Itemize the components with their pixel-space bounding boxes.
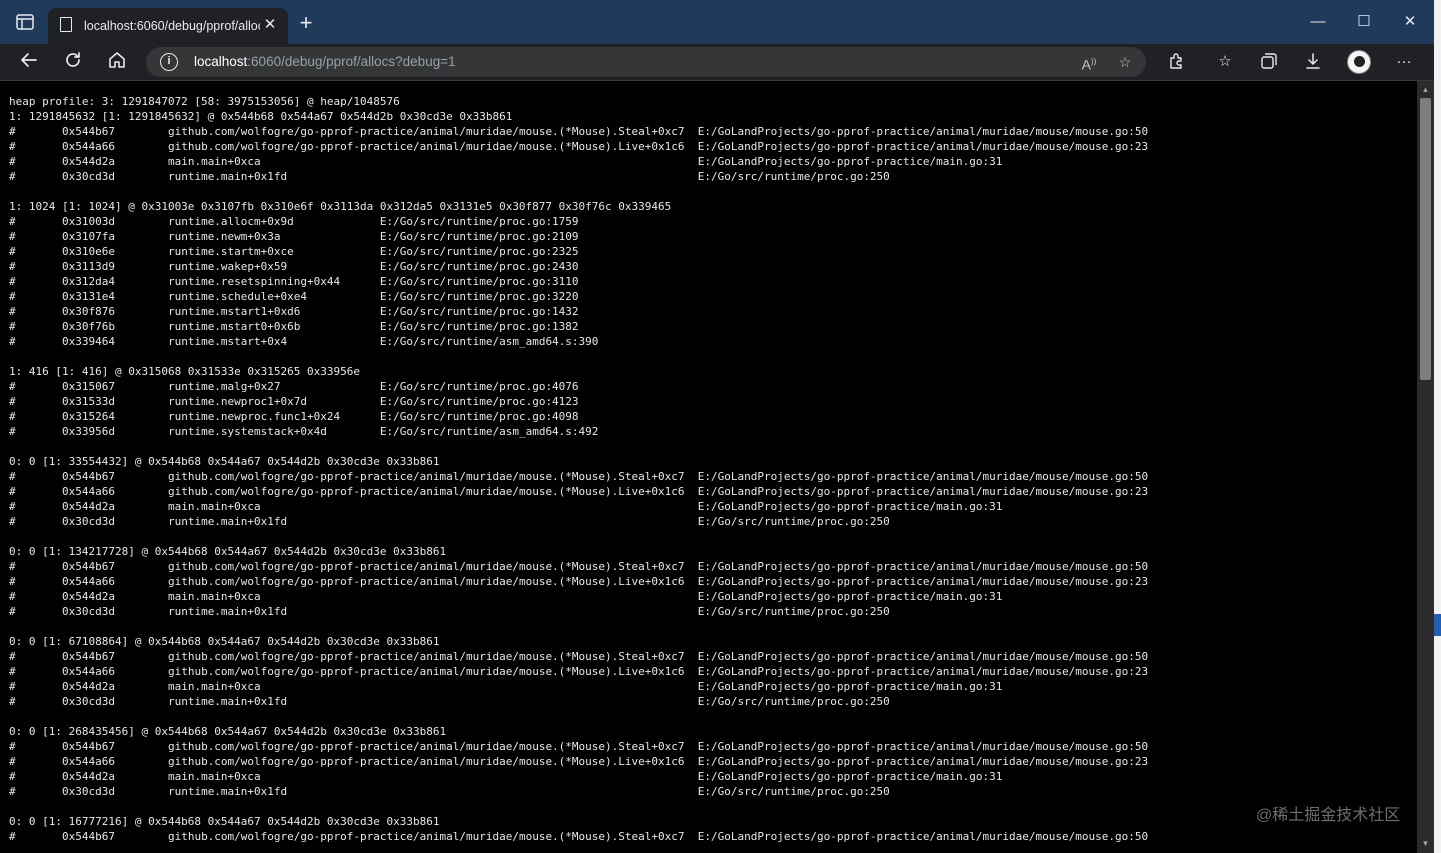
refresh-icon[interactable] — [61, 50, 85, 74]
watermark: @稀土掘金技术社区 — [1256, 807, 1401, 824]
scrollbar-thumb[interactable] — [1420, 98, 1431, 380]
url-host: localhost — [194, 54, 248, 69]
downloads-icon[interactable] — [1302, 52, 1324, 72]
avatar-face — [1354, 56, 1365, 67]
background-stripe — [1434, 614, 1441, 636]
url-text[interactable]: localhost:6060/debug/pprof/allocs?debug=… — [194, 53, 456, 71]
browser-window: localhost:6060/debug/pprof/allocs?debug=… — [0, 0, 1434, 853]
maximize-button[interactable]: ☐ — [1352, 12, 1376, 32]
heap-profile-text: heap profile: 3: 1291847072 [58: 3975153… — [9, 95, 1149, 843]
page-content: heap profile: 3: 1291847072 [58: 3975153… — [0, 81, 1417, 853]
tab-active[interactable]: localhost:6060/debug/pprof/allocs?debug=… — [48, 8, 288, 44]
minimize-button[interactable]: — — [1306, 12, 1330, 32]
tab-title: localhost:6060/debug/pprof/allocs?debug=… — [84, 19, 260, 33]
vertical-scrollbar[interactable]: ▲ ▼ — [1417, 81, 1434, 853]
more-icon[interactable]: ··· — [1393, 52, 1415, 72]
toolbar: i localhost:6060/debug/pprof/allocs?debu… — [0, 44, 1434, 81]
profile-avatar[interactable] — [1347, 50, 1371, 74]
background-window-edge — [1434, 0, 1441, 853]
favorites-icon[interactable]: ☆ — [1214, 52, 1236, 72]
close-tab-icon[interactable]: ✕ — [260, 15, 280, 35]
add-favorite-icon[interactable]: ☆ — [1115, 53, 1135, 71]
collections-icon[interactable] — [1258, 52, 1280, 72]
read-aloud-icon[interactable]: A)) — [1079, 53, 1099, 73]
tab-actions-icon[interactable] — [15, 14, 35, 32]
home-icon[interactable] — [105, 50, 129, 74]
address-bar[interactable]: i localhost:6060/debug/pprof/allocs?debu… — [146, 47, 1146, 77]
new-tab-button[interactable]: + — [296, 12, 316, 34]
page-icon — [60, 17, 72, 32]
back-icon[interactable] — [17, 50, 41, 74]
scroll-up-icon[interactable]: ▲ — [1417, 83, 1434, 97]
extensions-icon[interactable] — [1165, 52, 1187, 72]
url-path: :6060/debug/pprof/allocs?debug=1 — [247, 54, 456, 69]
scroll-down-icon[interactable]: ▼ — [1417, 837, 1434, 851]
site-info-icon[interactable]: i — [160, 53, 178, 71]
close-window-button[interactable]: ✕ — [1398, 12, 1422, 32]
tab-strip: localhost:6060/debug/pprof/allocs?debug=… — [0, 0, 1434, 44]
